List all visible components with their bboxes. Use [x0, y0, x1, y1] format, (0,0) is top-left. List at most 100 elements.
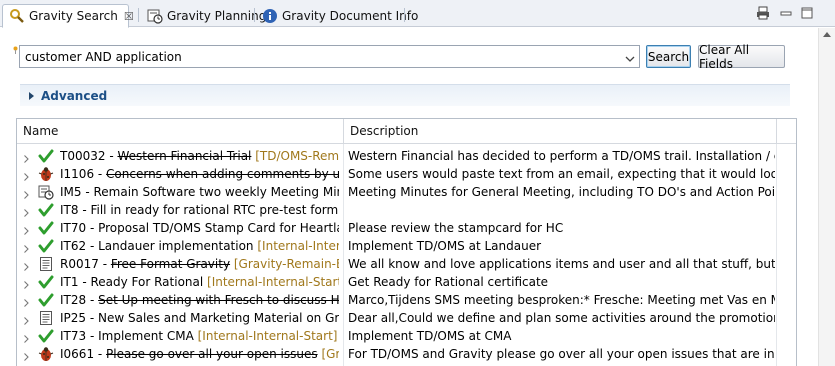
- item-state: [Intern: [338, 203, 339, 217]
- completed-check-icon: [38, 238, 54, 254]
- expand-chevron-icon[interactable]: [24, 314, 29, 325]
- expand-triangle-icon: [29, 91, 34, 100]
- table-row[interactable]: R0017 - Free Format Gravity [Gravity-Rem…: [17, 255, 775, 273]
- required-field-marker-icon: [13, 43, 18, 54]
- table-row[interactable]: I1106 - Concerns when adding comments by…: [17, 165, 775, 183]
- maximize-icon[interactable]: [800, 6, 814, 20]
- row-description: We all know and love applications items …: [348, 257, 775, 271]
- item-id: IM5 -: [60, 185, 94, 199]
- tab-label: Gravity Planning: [167, 8, 267, 23]
- expand-chevron-icon[interactable]: [24, 170, 29, 181]
- row-name: IT1 - Ready For Rational [Internal-Inter…: [60, 274, 339, 290]
- scroll-up-arrow-icon[interactable]: [823, 32, 831, 37]
- completed-check-icon: [38, 328, 54, 344]
- table-row[interactable]: IM5 - Remain Software two weekly Meeting…: [17, 183, 775, 201]
- tab-gravity-search[interactable]: Gravity Search ☒: [2, 4, 134, 28]
- expand-chevron-icon[interactable]: [24, 206, 29, 217]
- item-title: Please go over all your open issues: [106, 347, 318, 361]
- tab-label: Gravity Search: [29, 9, 118, 23]
- search-input[interactable]: [20, 46, 610, 67]
- column-divider[interactable]: [776, 119, 777, 144]
- planning-clock-icon: [147, 8, 163, 24]
- advanced-section-toggle[interactable]: Advanced: [20, 84, 790, 106]
- expand-chevron-icon[interactable]: [24, 350, 29, 361]
- item-title: Proposal TD/OMS Stamp Card for Heartland…: [98, 221, 339, 235]
- item-state: [Internal-Internal-Start]: [203, 275, 339, 289]
- search-combobox[interactable]: [19, 45, 640, 68]
- table-row[interactable]: IT28 - Set Up meeting with Fresch to dis…: [17, 291, 775, 309]
- expand-chevron-icon[interactable]: [24, 242, 29, 253]
- item-title: Remain Software two weekly Meeting Minut…: [93, 185, 340, 199]
- gravity-search-icon: [9, 8, 25, 24]
- editor-tab-bar: Gravity Search ☒ Gravity Planning Gravit…: [0, 0, 835, 28]
- row-name: IT70 - Proposal TD/OMS Stamp Card for He…: [60, 220, 339, 236]
- row-description: Western Financial has decided to perform…: [348, 149, 775, 163]
- row-name: IM5 - Remain Software two weekly Meeting…: [60, 184, 339, 200]
- expand-chevron-icon[interactable]: [24, 278, 29, 289]
- expand-chevron-icon[interactable]: [24, 332, 29, 343]
- item-id: IT28 -: [60, 293, 99, 307]
- advanced-label: Advanced: [41, 88, 108, 103]
- item-state: [Gravity-Re: [321, 347, 339, 361]
- item-title: Fill in ready for rational RTC pre-test …: [90, 203, 339, 217]
- item-id: I0661 -: [60, 347, 107, 361]
- expand-chevron-icon[interactable]: [24, 296, 29, 307]
- item-title: New Sales and Marketing Material on Grav…: [98, 311, 339, 325]
- document-icon: [38, 310, 54, 326]
- item-title: Landauer implementation: [98, 239, 254, 253]
- completed-check-icon: [38, 220, 54, 236]
- table-vertical-scrollbar[interactable]: [776, 144, 796, 366]
- tab-gravity-planning[interactable]: Gravity Planning: [141, 4, 266, 27]
- completed-check-icon: [38, 148, 54, 164]
- item-title: Western Financial Trial: [117, 149, 252, 163]
- print-icon[interactable]: [756, 6, 770, 20]
- item-id: IP25 -: [60, 311, 99, 325]
- row-description: Implement TD/OMS at CMA: [348, 329, 512, 343]
- table-row[interactable]: I0661 - Please go over all your open iss…: [17, 345, 775, 363]
- item-title: Implement CMA: [98, 329, 194, 343]
- item-title: Concerns when adding comments by untrain: [106, 167, 339, 181]
- tab-gravity-document-info[interactable]: Gravity Document Info: [256, 4, 418, 27]
- table-row[interactable]: IP25 - New Sales and Marketing Material …: [17, 309, 775, 327]
- row-name: I1106 - Concerns when adding comments by…: [60, 166, 339, 182]
- document-icon: [38, 256, 54, 272]
- table-row[interactable]: IT73 - Implement CMA [Internal-Internal-…: [17, 327, 775, 345]
- item-id: R0017 -: [60, 257, 111, 271]
- search-button[interactable]: Search: [646, 45, 691, 68]
- bug-icon: [38, 166, 54, 182]
- info-icon: [262, 8, 278, 24]
- minimize-icon[interactable]: [779, 6, 793, 20]
- chevron-down-icon[interactable]: [625, 52, 635, 62]
- expand-chevron-icon[interactable]: [24, 152, 29, 163]
- completed-check-icon: [38, 292, 54, 308]
- clear-all-fields-button[interactable]: Clear All Fields: [698, 43, 785, 71]
- table-row[interactable]: IT8 - Fill in ready for rational RTC pre…: [17, 201, 775, 219]
- tab-divider: [138, 8, 139, 22]
- column-header-description[interactable]: Description: [344, 119, 776, 144]
- row-description: Meeting Minutes for General Meeting, inc…: [348, 185, 775, 199]
- row-name: IT62 - Landauer implementation [Internal…: [60, 238, 339, 254]
- row-name: T00032 - Western Financial Trial [TD/OMS…: [60, 148, 339, 164]
- table-header: Name Description: [17, 119, 796, 144]
- table-row[interactable]: T00032 - Western Financial Trial [TD/OMS…: [17, 147, 775, 165]
- row-description: Implement TD/OMS at Landauer: [348, 239, 542, 253]
- row-name: IP25 - New Sales and Marketing Material …: [60, 310, 339, 326]
- expand-chevron-icon[interactable]: [24, 260, 29, 271]
- item-id: IT70 -: [60, 221, 99, 235]
- expand-chevron-icon[interactable]: [24, 224, 29, 235]
- table-row[interactable]: IT1 - Ready For Rational [Internal-Inter…: [17, 273, 775, 291]
- tab-divider: [404, 8, 405, 22]
- table-row[interactable]: IT62 - Landauer implementation [Internal…: [17, 237, 775, 255]
- close-tab-icon[interactable]: ☒: [124, 10, 134, 23]
- table-row[interactable]: IT70 - Proposal TD/OMS Stamp Card for He…: [17, 219, 775, 237]
- item-title: Ready For Rational: [90, 275, 204, 289]
- completed-check-icon: [38, 202, 54, 218]
- view-vertical-scrollbar[interactable]: [818, 28, 835, 366]
- item-id: IT1 -: [60, 275, 91, 289]
- item-id: T00032 -: [60, 149, 118, 163]
- expand-chevron-icon[interactable]: [24, 188, 29, 199]
- item-id: IT8 -: [60, 203, 91, 217]
- column-header-name[interactable]: Name: [17, 119, 343, 144]
- row-name: IT73 - Implement CMA [Internal-Internal-…: [60, 328, 339, 344]
- item-id: IT62 -: [60, 239, 99, 253]
